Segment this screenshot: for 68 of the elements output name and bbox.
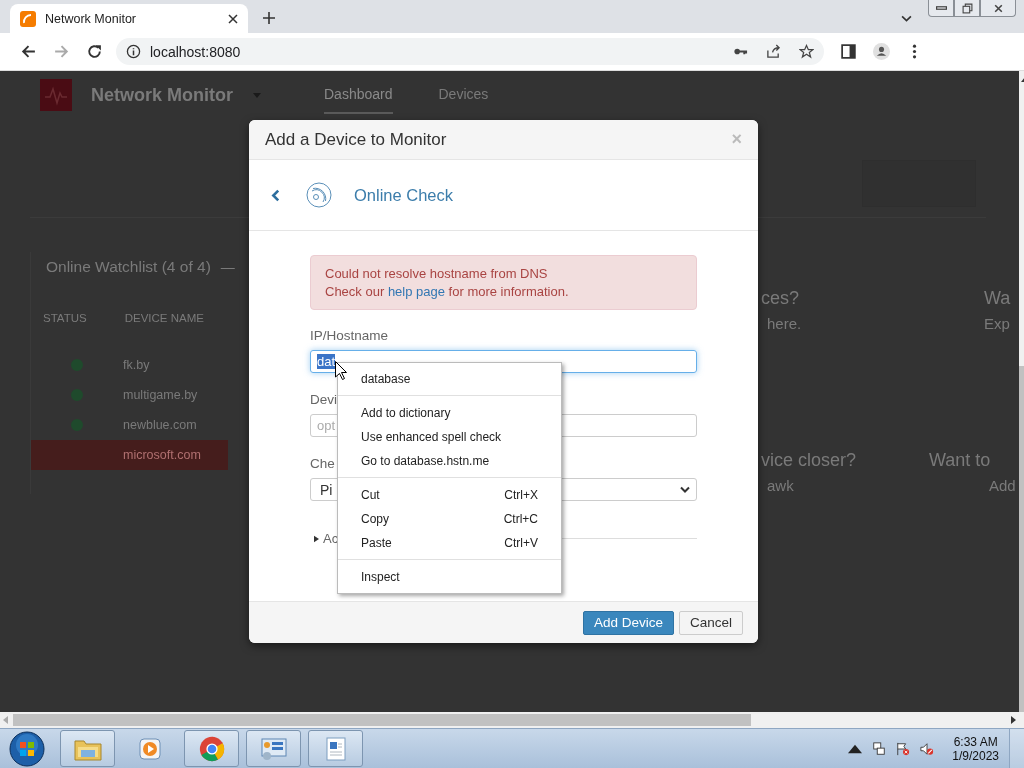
add-device-button[interactable]: Add Device bbox=[582, 610, 674, 635]
column-header: STATUS bbox=[43, 312, 87, 324]
watchlist-title: Online Watchlist (4 of 4) bbox=[46, 258, 211, 276]
back-icon[interactable] bbox=[20, 43, 37, 60]
tip-text: Add bbox=[988, 477, 1017, 494]
address-bar[interactable]: localhost:8080 bbox=[116, 38, 824, 65]
minimize-icon bbox=[935, 6, 947, 10]
chevron-down-icon bbox=[680, 486, 690, 493]
tip-text: Exp bbox=[984, 315, 1011, 332]
caret-icon bbox=[314, 534, 319, 543]
side-panel-icon[interactable] bbox=[840, 43, 857, 60]
device-row[interactable]: microsoft.com bbox=[31, 440, 228, 470]
tip-title: Wa bbox=[984, 288, 1012, 309]
cancel-button[interactable]: Cancel bbox=[678, 610, 743, 635]
pulse-logo-icon bbox=[40, 79, 72, 111]
browser-taskbar-button[interactable] bbox=[184, 730, 239, 767]
close-icon[interactable] bbox=[228, 13, 238, 24]
menu-item[interactable]: Paste Ctrl+V bbox=[338, 531, 561, 555]
menu-item[interactable]: Cut Ctrl+X bbox=[338, 483, 561, 507]
tip-text: awk bbox=[766, 477, 795, 494]
profile-icon[interactable] bbox=[873, 43, 890, 60]
back-icon[interactable] bbox=[271, 188, 280, 202]
scroll-right-icon[interactable] bbox=[1010, 716, 1016, 724]
menu-item[interactable]: Add to dictionary bbox=[338, 401, 561, 425]
tip-title: Want to bbox=[929, 450, 992, 471]
tip-title: ces? bbox=[761, 288, 801, 309]
share-icon[interactable] bbox=[766, 44, 781, 59]
help-link[interactable]: help page bbox=[387, 284, 445, 299]
close-icon bbox=[992, 2, 1004, 14]
star-icon[interactable] bbox=[799, 44, 814, 59]
app-title: Network Monitor bbox=[91, 84, 233, 106]
network-icon[interactable] bbox=[872, 741, 887, 756]
tab-title: Network Monitor bbox=[45, 11, 137, 26]
column-header: DEVICE NAME bbox=[124, 312, 204, 324]
taskbar-button[interactable] bbox=[308, 730, 363, 767]
help-text: Check our help page for more information. bbox=[325, 284, 570, 299]
start-button[interactable] bbox=[9, 730, 45, 767]
horizontal-scrollbar[interactable] bbox=[0, 712, 1019, 728]
browser-tab[interactable]: Network Monitor bbox=[10, 4, 248, 33]
nav-tab[interactable]: Dashboard bbox=[324, 76, 393, 114]
menu-item[interactable]: Use enhanced spell check bbox=[338, 425, 561, 449]
minimize-button[interactable] bbox=[928, 0, 954, 17]
error-message: Could not resolve hostname from DNS bbox=[325, 266, 549, 281]
speaker-muted-icon[interactable] bbox=[920, 741, 935, 756]
field-label: Che bbox=[310, 456, 335, 471]
restore-icon bbox=[961, 2, 973, 14]
device-name[interactable]: microsoft.com bbox=[123, 448, 201, 462]
clock[interactable]: 6:33 AM 1/9/2023 bbox=[952, 734, 999, 763]
dialog-title: Add a Device to Monitor bbox=[265, 129, 448, 150]
new-tab-icon[interactable] bbox=[263, 12, 275, 24]
menu-item[interactable]: Inspect bbox=[338, 565, 561, 589]
tip-title: vice closer? bbox=[761, 450, 858, 471]
chevron-down-icon[interactable] bbox=[901, 15, 912, 22]
taskbar-button[interactable] bbox=[246, 730, 301, 767]
step-title: Online Check bbox=[354, 185, 454, 205]
flag-icon[interactable] bbox=[896, 741, 911, 756]
reload-icon[interactable] bbox=[86, 43, 103, 60]
info-icon[interactable] bbox=[126, 44, 141, 59]
tip-text: here. bbox=[766, 315, 803, 332]
app-logo-icon bbox=[20, 10, 36, 27]
field-label: IP/Hostname bbox=[310, 328, 389, 343]
advanced-toggle[interactable]: Ac bbox=[310, 531, 339, 546]
menu-item[interactable]: Copy Ctrl+C bbox=[338, 507, 561, 531]
menu-item[interactable]: Go to database.hstn.me bbox=[338, 449, 561, 473]
restore-button[interactable] bbox=[954, 0, 980, 17]
signal-icon bbox=[306, 182, 332, 208]
close-button[interactable] bbox=[980, 0, 1016, 17]
field-label: Devi bbox=[310, 392, 337, 407]
